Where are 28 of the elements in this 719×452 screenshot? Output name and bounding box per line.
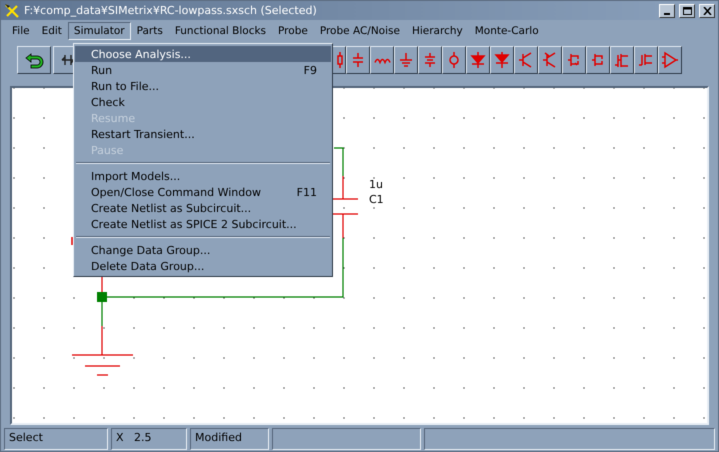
- menu-title[interactable]: Monte-Carlo: [468, 22, 545, 40]
- menu-item[interactable]: Create Netlist as Subcircuit...: [75, 200, 331, 216]
- menu-title[interactable]: Edit: [36, 22, 68, 40]
- menu-item[interactable]: Choose Analysis...: [75, 46, 331, 62]
- menu-item[interactable]: Check: [75, 94, 331, 110]
- menu-title[interactable]: Hierarchy: [406, 22, 469, 40]
- status-pane: Modified: [190, 428, 269, 450]
- menu-title[interactable]: Simulator: [68, 22, 131, 40]
- menu-title[interactable]: Parts: [130, 22, 169, 40]
- menu-title[interactable]: Probe: [272, 22, 314, 40]
- menu-item[interactable]: Restart Transient...: [75, 126, 331, 142]
- menu-title[interactable]: Probe AC/Noise: [314, 22, 406, 40]
- component-name: C1: [369, 193, 384, 206]
- menu-title[interactable]: Functional Blocks: [168, 22, 272, 40]
- status-pane: Select: [4, 428, 108, 450]
- menu-item[interactable]: Delete Data Group...: [75, 258, 331, 274]
- shortcut-label: F11: [296, 186, 317, 198]
- menu-item[interactable]: Import Models...: [75, 168, 331, 184]
- component-value: 1u: [369, 178, 383, 191]
- menu-item[interactable]: Run to File...: [75, 78, 331, 94]
- window-title: F:¥comp_data¥SIMetrix¥RC-lowpass.sxsch (Selected): [24, 4, 318, 17]
- menu-item[interactable]: Change Data Group...: [75, 242, 331, 258]
- menu-title[interactable]: File: [6, 22, 36, 40]
- menu-item[interactable]: Create Netlist as SPICE 2 Subcircuit...: [75, 216, 331, 232]
- menu-item[interactable]: Run F9: [75, 62, 331, 78]
- shortcut-label: F9: [304, 64, 317, 76]
- status-pane: X 2.5: [111, 428, 187, 450]
- menu-item[interactable]: Open/Close Command Window F11: [75, 184, 331, 200]
